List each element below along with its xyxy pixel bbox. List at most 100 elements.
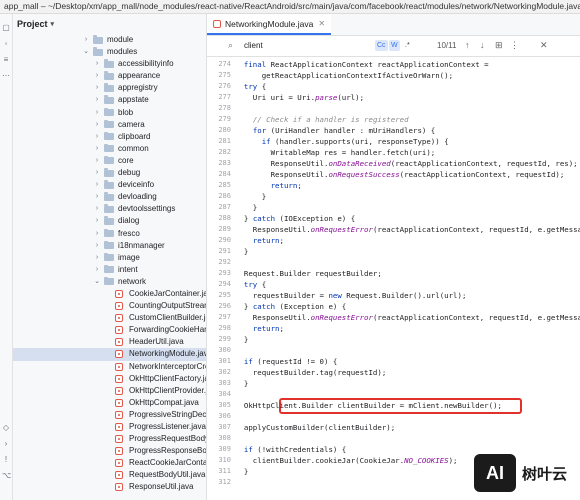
chevron-right-icon[interactable]: › — [93, 252, 101, 264]
project-panel-header[interactable]: Project ▾ — [13, 14, 206, 34]
whole-words-toggle[interactable]: W — [389, 40, 400, 51]
code-line[interactable]: final ReactApplicationContext reactAppli… — [235, 59, 489, 70]
git-icon[interactable]: ⌥ — [2, 472, 11, 480]
chevron-right-icon[interactable]: › — [93, 228, 101, 240]
code-line[interactable]: OkHttpClient.Builder clientBuilder = mCl… — [235, 400, 502, 411]
code-line[interactable]: if (requestId != 0) { — [235, 356, 337, 367]
chevron-right-icon[interactable]: › — [93, 215, 101, 227]
code-line[interactable]: } catch (Exception e) { — [235, 301, 346, 312]
tree-folder-item[interactable]: › common — [13, 143, 206, 155]
commit-icon[interactable]: ◦ — [2, 40, 10, 48]
code-line[interactable]: ResponseUtil.onDataReceived(reactApplica… — [235, 158, 578, 169]
close-icon[interactable]: ✕ — [318, 19, 325, 28]
tree-folder-item[interactable]: › blob — [13, 107, 206, 119]
tree-folder-item[interactable]: › i18nmanager — [13, 240, 206, 252]
regex-toggle[interactable]: .* — [403, 40, 412, 51]
tree-folder-item[interactable]: ⌄ modules — [13, 46, 206, 58]
problems-icon[interactable]: ! — [2, 456, 10, 464]
chevron-right-icon[interactable]: › — [93, 191, 101, 203]
tree-file-item[interactable]: ProgressListener.java — [13, 421, 206, 433]
chevron-right-icon[interactable]: › — [93, 179, 101, 191]
tree-file-item[interactable]: OkHttpClientProvider.java — [13, 385, 206, 397]
chevron-down-icon[interactable]: ▾ — [51, 20, 55, 28]
tree-file-item[interactable]: HeaderUtil.java — [13, 336, 206, 348]
tree-folder-item[interactable]: › intent — [13, 264, 206, 276]
code-line[interactable]: return; — [235, 235, 284, 246]
tree-folder-item[interactable]: › appstate — [13, 94, 206, 106]
code-line[interactable]: Request.Builder requestBuilder; — [235, 268, 382, 279]
code-view[interactable]: final ReactApplicationContext reactAppli… — [231, 57, 580, 500]
plugins-icon[interactable]: ◇ — [2, 424, 10, 432]
code-line[interactable]: Uri uri = Uri.parse(url); — [235, 92, 364, 103]
tree-file-item[interactable]: NetworkingModule.java — [13, 348, 206, 361]
tree-folder-item[interactable]: › devloading — [13, 191, 206, 203]
folder-icon[interactable]: ▢ — [2, 24, 10, 32]
tree-file-item[interactable]: CookieJarContainer.java — [13, 288, 206, 300]
tree-folder-item[interactable]: › clipboard — [13, 131, 206, 143]
tree-folder-item[interactable]: › module — [13, 34, 206, 46]
tree-file-item[interactable]: NetworkInterceptorCreator — [13, 361, 206, 373]
code-line[interactable]: requestBuilder = new Request.Builder().u… — [235, 290, 467, 301]
tree-file-item[interactable]: RequestBodyUtil.java — [13, 469, 206, 481]
arrow-up-icon[interactable]: ↑ — [465, 40, 470, 50]
chevron-right-icon[interactable]: › — [93, 119, 101, 131]
filter-icon[interactable]: ⋮ — [510, 40, 519, 51]
code-line[interactable]: return; — [235, 323, 284, 334]
chevron-right-icon[interactable]: › — [93, 107, 101, 119]
chevron-right-icon[interactable]: › — [93, 203, 101, 215]
tree-folder-item[interactable]: › core — [13, 155, 206, 167]
tree-file-item[interactable]: CountingOutputStream.java — [13, 300, 206, 312]
tree-file-item[interactable]: OkHttpCompat.java — [13, 397, 206, 409]
tree-folder-item[interactable]: › devtoolssettings — [13, 203, 206, 215]
tree-file-item[interactable]: ResponseUtil.java — [13, 481, 206, 493]
code-line[interactable]: if (handler.supports(uri, responseType))… — [235, 136, 449, 147]
chevron-right-icon[interactable]: › — [93, 167, 101, 179]
code-line[interactable]: clientBuilder.cookieJar(CookieJar.NO_COO… — [235, 455, 458, 466]
code-line[interactable]: try { — [235, 279, 266, 290]
tree-folder-item[interactable]: › appregistry — [13, 82, 206, 94]
code-line[interactable]: } — [235, 466, 248, 477]
tree-folder-item[interactable]: › appearance — [13, 70, 206, 82]
chevron-right-icon[interactable]: › — [93, 131, 101, 143]
tree-folder-item[interactable]: › dialog — [13, 215, 206, 227]
match-case-toggle[interactable]: Cc — [375, 40, 388, 51]
tree-folder-item[interactable]: › image — [13, 252, 206, 264]
code-line[interactable]: for (UriHandler handler : mUriHandlers) … — [235, 125, 435, 136]
chevron-down-icon[interactable]: ⌄ — [93, 276, 101, 288]
code-line[interactable]: try { — [235, 81, 266, 92]
code-line[interactable]: } — [235, 191, 266, 202]
tree-folder-item[interactable]: ⌄ network — [13, 276, 206, 288]
code-line[interactable]: } catch (IOException e) { — [235, 213, 355, 224]
code-line[interactable]: // Check if a handler is registered — [235, 114, 409, 125]
arrow-down-icon[interactable]: ↓ — [480, 40, 485, 50]
tree-file-item[interactable]: OkHttpClientFactory.java — [13, 373, 206, 385]
chevron-right-icon[interactable]: › — [82, 34, 90, 46]
search-icon[interactable]: ⌕ — [228, 40, 233, 51]
tree-file-item[interactable]: ProgressResponseBody.java — [13, 445, 206, 457]
search-input[interactable]: client — [244, 41, 263, 50]
tab-networkingmodule[interactable]: NetworkingModule.java ✕ — [207, 14, 332, 35]
code-line[interactable]: } — [235, 334, 248, 345]
close-icon[interactable]: ✕ — [540, 40, 548, 51]
code-line[interactable]: ResponseUtil.onRequestError(reactApplica… — [235, 224, 580, 235]
structure-icon[interactable]: ≡ — [2, 56, 10, 64]
tree-file-item[interactable]: ForwardingCookieHandler — [13, 324, 206, 336]
chevron-right-icon[interactable]: › — [93, 82, 101, 94]
tree-folder-item[interactable]: › deviceinfo — [13, 179, 206, 191]
chevron-down-icon[interactable]: ⌄ — [82, 46, 90, 58]
code-line[interactable]: applyCustomBuilder(clientBuilder); — [235, 422, 395, 433]
chevron-right-icon[interactable]: › — [93, 240, 101, 252]
chevron-right-icon[interactable]: › — [93, 143, 101, 155]
code-line[interactable]: } — [235, 378, 248, 389]
tree-folder-item[interactable]: › camera — [13, 119, 206, 131]
tree-file-item[interactable]: ProgressiveStringDecoder — [13, 409, 206, 421]
tree-file-item[interactable]: CustomClientBuilder.java — [13, 312, 206, 324]
code-line[interactable]: WritableMap res = handler.fetch(uri); — [235, 147, 436, 158]
terminal-icon[interactable]: › — [2, 440, 10, 448]
chevron-right-icon[interactable]: › — [93, 94, 101, 106]
code-line[interactable]: ResponseUtil.onRequestError(reactApplica… — [235, 312, 580, 323]
tree-folder-item[interactable]: › fresco — [13, 228, 206, 240]
select-all-icon[interactable]: ⊞ — [495, 40, 503, 51]
code-line[interactable]: } — [235, 202, 257, 213]
code-line[interactable]: getReactApplicationContextIfActiveOrWarn… — [235, 70, 453, 81]
